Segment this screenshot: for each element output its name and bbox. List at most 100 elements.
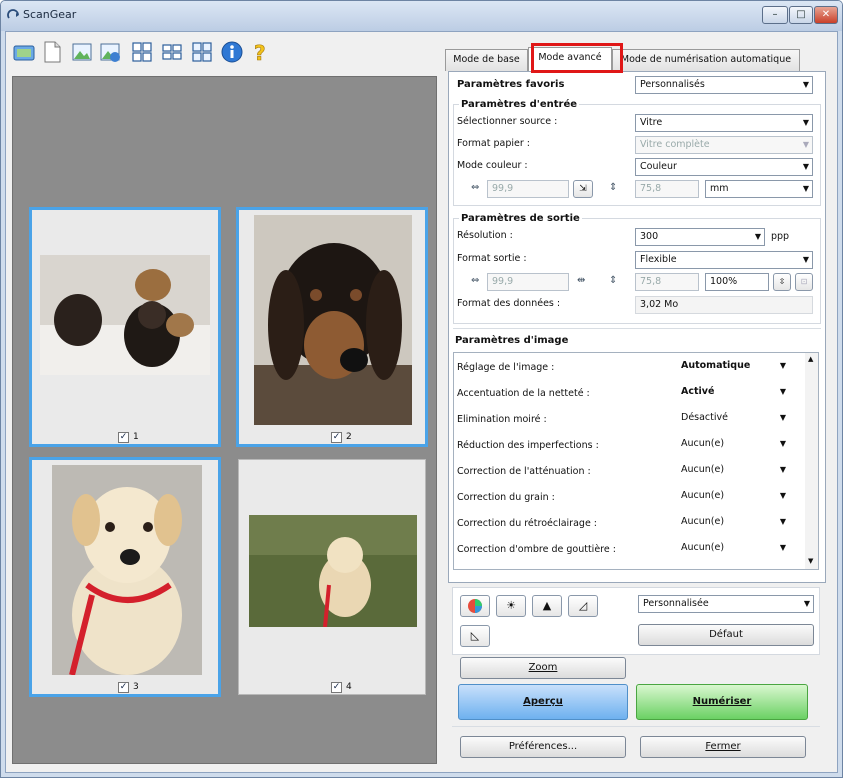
color-adjust-icon[interactable] bbox=[460, 595, 490, 617]
thumbnail-frame[interactable]: ✓ 4 bbox=[238, 459, 426, 695]
image-icon[interactable] bbox=[70, 40, 94, 64]
thumbnail-checkbox[interactable]: ✓ bbox=[331, 432, 342, 443]
thumbnail-frame[interactable]: ✓ 2 bbox=[236, 207, 428, 447]
scale-field[interactable]: 100% bbox=[705, 273, 769, 291]
tab-basic-mode[interactable]: Mode de base bbox=[445, 49, 528, 71]
image-setting-label: Réglage de l'image : bbox=[457, 362, 555, 373]
chevron-down-icon: ▼ bbox=[779, 543, 786, 552]
image-setting-label: Elimination moiré : bbox=[457, 414, 547, 425]
scroll-up-icon[interactable]: ▲ bbox=[808, 355, 813, 363]
image-setting-value: Aucun(e) bbox=[681, 464, 725, 475]
close-window-button[interactable]: ✕ bbox=[814, 6, 838, 24]
grid-icon[interactable] bbox=[190, 40, 214, 64]
scale-reset-icon[interactable]: ⊡ bbox=[795, 273, 813, 291]
image-setting-dropdown[interactable]: Automatique ▼ bbox=[677, 358, 789, 376]
unit-dropdown[interactable]: mm ▼ bbox=[705, 180, 813, 198]
input-height-field[interactable]: 75,8 bbox=[635, 180, 699, 198]
chevron-down-icon: ▼ bbox=[779, 361, 786, 370]
help-icon[interactable]: ? bbox=[248, 40, 272, 66]
output-format-value: Flexible bbox=[640, 254, 677, 265]
thumbnail-frame[interactable]: ✓ 3 bbox=[29, 457, 221, 697]
thumbnail-number: 2 bbox=[346, 432, 352, 442]
unit-value: mm bbox=[710, 183, 729, 194]
preferences-button[interactable]: Préférences... bbox=[460, 736, 626, 758]
title-bar: ScanGear – □ ✕ bbox=[1, 1, 842, 31]
output-height-field[interactable]: 75,8 bbox=[635, 273, 699, 291]
output-format-dropdown[interactable]: Flexible ▼ bbox=[635, 251, 813, 269]
thumbnail-checkbox[interactable]: ✓ bbox=[331, 682, 342, 693]
resolution-value: 300 bbox=[640, 231, 659, 242]
divider bbox=[453, 328, 821, 329]
info-icon[interactable] bbox=[220, 40, 244, 64]
thumbnail-checkbox[interactable]: ✓ bbox=[118, 682, 129, 693]
scan-icon[interactable] bbox=[12, 40, 36, 64]
scrollbar[interactable]: ▲ ▼ bbox=[805, 353, 818, 569]
input-width-field[interactable]: 99,9 bbox=[487, 180, 569, 198]
zoom-button[interactable]: Zoom bbox=[460, 657, 626, 679]
scale-spinner[interactable]: ⇳ bbox=[773, 273, 791, 291]
preferences-label: Préférences... bbox=[508, 741, 578, 752]
data-size-label: Format des données : bbox=[457, 298, 561, 309]
chevron-down-icon: ▼ bbox=[802, 140, 809, 149]
output-width-field[interactable]: 99,9 bbox=[487, 273, 569, 291]
image-setting-label: Correction de l'atténuation : bbox=[457, 466, 591, 477]
preview-label: Aperçu bbox=[523, 696, 563, 707]
favorites-dropdown[interactable]: Personnalisés ▼ bbox=[635, 76, 813, 94]
image-setting-dropdown[interactable]: Aucun(e) ▼ bbox=[677, 436, 789, 454]
source-value: Vitre bbox=[640, 117, 663, 128]
divider bbox=[452, 726, 820, 727]
zoom-label: Zoom bbox=[528, 662, 558, 673]
favorites-label: Paramètres favoris bbox=[457, 79, 565, 90]
thumbnail-frame[interactable]: ✓ 1 bbox=[29, 207, 221, 447]
image-setting-dropdown[interactable]: Aucun(e) ▼ bbox=[677, 488, 789, 506]
image-setting-row: Elimination moiré : Désactivé ▼ bbox=[457, 410, 803, 434]
height-icon: ⇕ bbox=[609, 275, 618, 286]
thumbnail-number: 1 bbox=[133, 432, 139, 442]
preview-button[interactable]: Aperçu bbox=[458, 684, 628, 720]
favorites-value: Personnalisés bbox=[640, 79, 705, 90]
chevron-down-icon: ▼ bbox=[779, 465, 786, 474]
thumbnail-number: 3 bbox=[133, 682, 139, 692]
color-mode-dropdown[interactable]: Couleur ▼ bbox=[635, 158, 813, 176]
histogram-icon[interactable]: ▲ bbox=[532, 595, 562, 617]
tab-auto-scan-mode[interactable]: Mode de numérisation automatique bbox=[612, 49, 800, 71]
image-setting-label: Accentuation de la netteté : bbox=[457, 388, 590, 399]
resolution-dropdown[interactable]: 300 ▼ bbox=[635, 228, 765, 246]
maximize-button[interactable]: □ bbox=[789, 6, 813, 24]
document-icon[interactable] bbox=[40, 40, 64, 64]
resolution-unit: ppp bbox=[771, 231, 790, 242]
image-setting-row: Réduction des imperfections : Aucun(e) ▼ bbox=[457, 436, 803, 460]
minimize-button[interactable]: – bbox=[762, 6, 788, 24]
image-setting-row: Correction de l'atténuation : Aucun(e) ▼ bbox=[457, 462, 803, 486]
image-setting-dropdown[interactable]: Aucun(e) ▼ bbox=[677, 462, 789, 480]
width-icon: ⇔ bbox=[471, 182, 480, 193]
grid-icon[interactable] bbox=[160, 40, 184, 64]
thumbnail-image bbox=[40, 255, 210, 375]
thumbnail-checkbox[interactable]: ✓ bbox=[118, 432, 129, 443]
grid-icon[interactable] bbox=[130, 40, 154, 64]
image-setting-label: Correction du rétroéclairage : bbox=[457, 518, 598, 529]
threshold-icon[interactable]: ◺ bbox=[460, 625, 490, 647]
close-button[interactable]: Fermer bbox=[640, 736, 806, 758]
image-setting-dropdown[interactable]: Aucun(e) ▼ bbox=[677, 514, 789, 532]
aspect-lock-icon[interactable]: ⇲ bbox=[573, 180, 593, 198]
image-setting-dropdown[interactable]: Aucun(e) ▼ bbox=[677, 540, 789, 558]
chevron-down-icon: ▼ bbox=[802, 255, 809, 264]
adjust-preset-dropdown[interactable]: Personnalisée ▼ bbox=[638, 595, 814, 613]
source-dropdown[interactable]: Vitre ▼ bbox=[635, 114, 813, 132]
tone-curve-icon[interactable]: ◿ bbox=[568, 595, 598, 617]
image-setting-dropdown[interactable]: Désactivé ▼ bbox=[677, 410, 789, 428]
scan-button[interactable]: Numériser bbox=[636, 684, 808, 720]
thumbnail-image bbox=[254, 215, 412, 425]
brightness-icon[interactable]: ☀ bbox=[496, 595, 526, 617]
chevron-down-icon: ▼ bbox=[803, 599, 810, 608]
image-setting-row: Correction d'ombre de gouttière : Aucun(… bbox=[457, 540, 803, 564]
image-icon[interactable] bbox=[98, 40, 122, 64]
scroll-down-icon[interactable]: ▼ bbox=[808, 557, 813, 565]
image-setting-dropdown[interactable]: Activé ▼ bbox=[677, 384, 789, 402]
chevron-down-icon: ▼ bbox=[779, 387, 786, 396]
paper-size-dropdown[interactable]: Vitre complète ▼ bbox=[635, 136, 813, 154]
chevron-down-icon: ▼ bbox=[754, 232, 761, 241]
default-button[interactable]: Défaut bbox=[638, 624, 814, 646]
paper-size-value: Vitre complète bbox=[640, 139, 710, 150]
